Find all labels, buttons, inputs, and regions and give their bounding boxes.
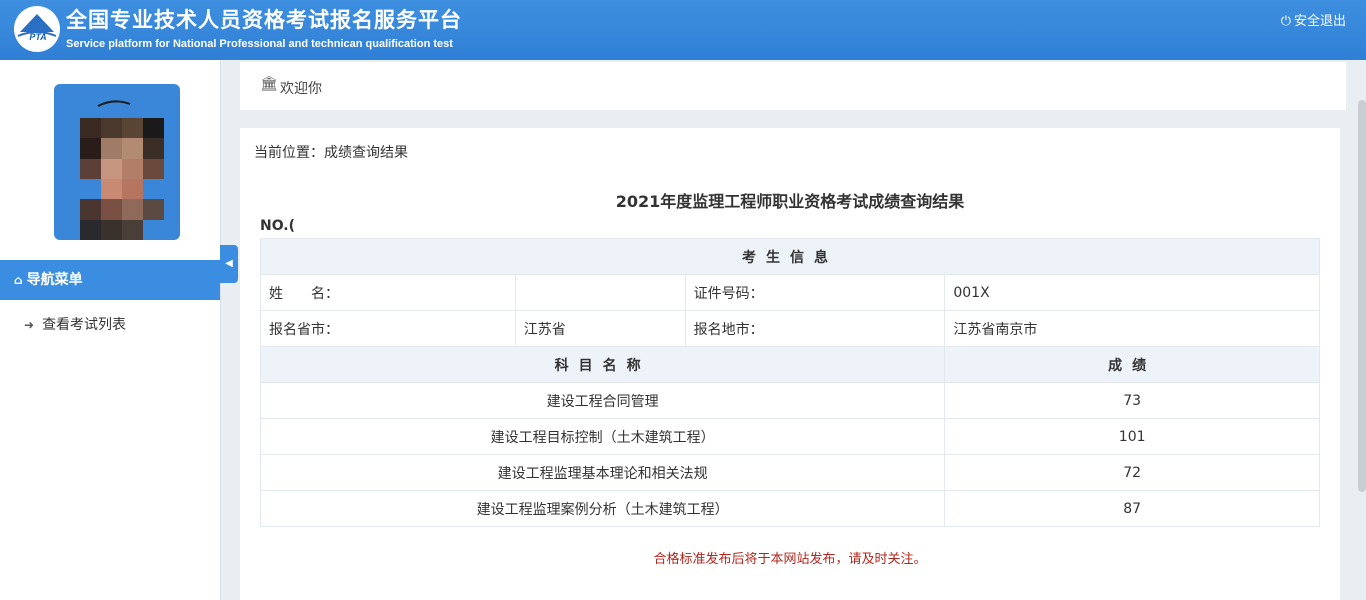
city-value: 江苏省南京市 (944, 310, 1320, 347)
sidebar-item-label: 查看考试列表 (42, 317, 127, 333)
table-row: 建设工程合同管理 73 (259, 382, 1320, 419)
score-column-header: 成绩 (944, 346, 1320, 383)
bank-icon: 🏛 (260, 76, 278, 92)
subject-score: 101 (944, 418, 1320, 455)
table-row: 建设工程目标控制（土木建筑工程） 101 (259, 418, 1320, 455)
table-row: 建设工程监理案例分析（土木建筑工程） 87 (259, 490, 1320, 527)
power-icon: ⏻ (1280, 14, 1291, 29)
candidate-section-header: 考生信息 (260, 238, 1320, 275)
certificate-number: NO.( (260, 218, 296, 234)
sidebar-collapse-toggle[interactable]: ◀ (220, 245, 238, 283)
name-label: 姓 名： (260, 274, 516, 311)
result-title: 2021年度监理工程师职业资格考试成绩查询结果 (615, 192, 965, 211)
province-value: 江苏省 (514, 310, 686, 347)
subject-column-header: 科目名称 (259, 346, 946, 383)
nav-menu-label: 导航菜单 (26, 272, 83, 288)
sign-in-icon: ➜ (24, 318, 35, 332)
home-icon: ⌂ (14, 273, 23, 287)
result-panel: 当前位置：成绩查询结果 2021年度监理工程师职业资格考试成绩查询结果 NO.(… (240, 128, 1340, 600)
subject-score: 73 (944, 382, 1320, 419)
avatar (54, 84, 180, 240)
welcome-bar: 🏛 欢迎你 (240, 62, 1346, 110)
page-scrollbar[interactable] (1358, 100, 1366, 492)
province-label: 报名省市： (260, 310, 516, 347)
caret-left-icon: ◀ (225, 258, 233, 269)
subject-name: 建设工程目标控制（土木建筑工程） (259, 418, 946, 455)
platform-title: 全国专业技术人员资格考试报名服务平台 (66, 7, 462, 32)
pixelated-photo (80, 118, 164, 240)
id-label: 证件号码： (684, 274, 946, 311)
top-header: PTA 全国专业技术人员资格考试报名服务平台 Service platform … (0, 0, 1366, 60)
city-label: 报名地市： (684, 310, 946, 347)
subject-score: 87 (944, 490, 1320, 527)
id-value: 001X (944, 274, 1320, 311)
nav-menu-header[interactable]: ⌂ 导航菜单 (0, 260, 220, 300)
breadcrumb: 当前位置：成绩查询结果 (254, 145, 408, 161)
notice-text: 合格标准发布后将于本网站发布，请及时关注。 (653, 552, 927, 567)
logout-label: 安全退出 (1293, 14, 1346, 29)
subject-name: 建设工程合同管理 (259, 382, 946, 419)
subject-score: 72 (944, 454, 1320, 491)
name-value (514, 274, 686, 311)
subject-name: 建设工程监理案例分析（土木建筑工程） (259, 490, 946, 527)
logo-text: PTA (29, 32, 47, 42)
score-table: 考生信息 姓 名： 证件号码： 001X 报名省市： 江苏省 报名地市： 江苏省… (259, 238, 1320, 527)
pta-logo: PTA (14, 6, 60, 52)
sidebar: ⌂ 导航菜单 ➜ 查看考试列表 (0, 60, 221, 600)
logout-button[interactable]: ⏻ 安全退出 (1281, 10, 1346, 29)
table-row: 建设工程监理基本理论和相关法规 72 (259, 454, 1320, 491)
welcome-text: 欢迎你 (280, 81, 322, 97)
subject-name: 建设工程监理基本理论和相关法规 (259, 454, 946, 491)
sidebar-item-exam-list[interactable]: ➜ 查看考试列表 (24, 314, 126, 334)
platform-subtitle: Service platform for National Profession… (66, 38, 453, 50)
